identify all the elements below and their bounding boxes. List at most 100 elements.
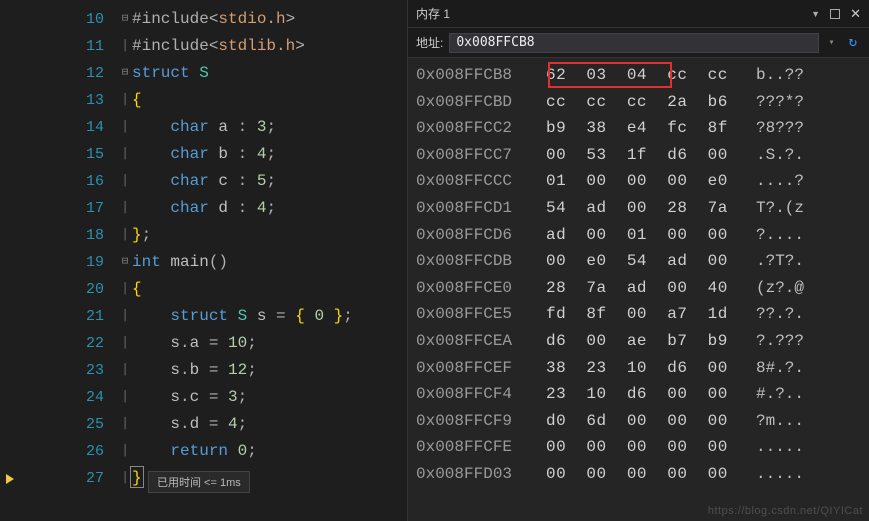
breakpoint-cell[interactable] (0, 438, 20, 465)
fold-marker[interactable]: │ (118, 384, 132, 411)
breakpoint-cell[interactable] (0, 465, 20, 492)
memory-address: 0x008FFCBD (416, 89, 546, 116)
fold-gutter[interactable]: ⊟│⊟││││││⊟││││││││ (118, 0, 132, 521)
code-line[interactable]: }; (132, 222, 407, 249)
breakpoint-cell[interactable] (0, 6, 20, 33)
memory-ascii: b..?? (756, 62, 804, 89)
memory-hex: b9 38 e4 fc 8f (546, 115, 746, 142)
line-number: 13 (20, 87, 104, 114)
memory-row[interactable]: 0x008FFCEAd6 00 ae b7 b9?.??? (416, 328, 861, 355)
memory-row[interactable]: 0x008FFCE5fd 8f 00 a7 1d??.?. (416, 301, 861, 328)
breakpoint-cell[interactable] (0, 357, 20, 384)
breakpoint-cell[interactable] (0, 276, 20, 303)
line-number: 24 (20, 384, 104, 411)
code-line[interactable]: s.c = 3; (132, 384, 407, 411)
memory-row[interactable]: 0x008FFCC700 53 1f d6 00.S.?. (416, 142, 861, 169)
memory-row[interactable]: 0x008FFCDB00 e0 54 ad 00.?T?. (416, 248, 861, 275)
code-line[interactable]: s.d = 4; (132, 411, 407, 438)
memory-ascii: .S.?. (756, 142, 804, 169)
memory-hex: d0 6d 00 00 00 (546, 408, 746, 435)
breakpoint-cell[interactable] (0, 330, 20, 357)
code-line[interactable]: #include<stdlib.h> (132, 33, 407, 60)
dropdown-icon[interactable]: ▼ (811, 9, 820, 19)
fold-marker[interactable]: ⊟ (118, 249, 132, 276)
memory-hex: 01 00 00 00 e0 (546, 168, 746, 195)
code-line[interactable]: struct S s = { 0 }; (132, 303, 407, 330)
code-line[interactable]: s.b = 12; (132, 357, 407, 384)
code-line[interactable]: #include<stdio.h> (132, 6, 407, 33)
code-line[interactable]: char c : 5; (132, 168, 407, 195)
memory-row[interactable]: 0x008FFCC2b9 38 e4 fc 8f?8??? (416, 115, 861, 142)
fold-marker[interactable]: │ (118, 357, 132, 384)
code-line[interactable]: { (132, 276, 407, 303)
fold-marker[interactable]: │ (118, 411, 132, 438)
fold-marker[interactable]: │ (118, 222, 132, 249)
breakpoint-cell[interactable] (0, 384, 20, 411)
memory-ascii: ....? (756, 168, 804, 195)
memory-row[interactable]: 0x008FFD0300 00 00 00 00..... (416, 461, 861, 488)
address-input[interactable] (449, 33, 818, 53)
breakpoint-cell[interactable] (0, 114, 20, 141)
code-editor[interactable]: 101112131415161718192021222324252627 ⊟│⊟… (0, 0, 407, 521)
memory-row[interactable]: 0x008FFCBDcc cc cc 2a b6???*? (416, 89, 861, 116)
code-line[interactable]: char b : 4; (132, 141, 407, 168)
fold-marker[interactable]: │ (118, 33, 132, 60)
line-number: 14 (20, 114, 104, 141)
memory-hex: 00 00 00 00 00 (546, 434, 746, 461)
memory-ascii: ?.... (756, 222, 804, 249)
line-number: 22 (20, 330, 104, 357)
breakpoint-cell[interactable] (0, 249, 20, 276)
fold-marker[interactable]: │ (118, 276, 132, 303)
memory-row[interactable]: 0x008FFCD6ad 00 01 00 00?.... (416, 222, 861, 249)
memory-ascii: .?T?. (756, 248, 804, 275)
breakpoint-cell[interactable] (0, 33, 20, 60)
fold-marker[interactable]: │ (118, 330, 132, 357)
memory-row[interactable]: 0x008FFCD154 ad 00 28 7aT?.(z (416, 195, 861, 222)
maximize-icon[interactable] (830, 9, 840, 19)
fold-marker[interactable]: ⊟ (118, 6, 132, 33)
breakpoint-gutter[interactable] (0, 0, 20, 521)
refresh-icon[interactable]: ↻ (845, 34, 861, 51)
line-number: 23 (20, 357, 104, 384)
code-line[interactable]: return 0; (132, 438, 407, 465)
breakpoint-cell[interactable] (0, 303, 20, 330)
memory-row[interactable]: 0x008FFCF9d0 6d 00 00 00?m... (416, 408, 861, 435)
memory-address: 0x008FFCEF (416, 355, 546, 382)
code-line[interactable]: struct S (132, 60, 407, 87)
fold-marker[interactable]: │ (118, 303, 132, 330)
memory-row[interactable]: 0x008FFCF423 10 d6 00 00#.?.. (416, 381, 861, 408)
fold-marker[interactable]: │ (118, 168, 132, 195)
fold-marker[interactable]: │ (118, 438, 132, 465)
memory-row[interactable]: 0x008FFCCC01 00 00 00 e0....? (416, 168, 861, 195)
line-number: 27 (20, 465, 104, 492)
code-line[interactable]: { (132, 87, 407, 114)
memory-row[interactable]: 0x008FFCB862 03 04 cc ccb..?? (416, 62, 861, 89)
fold-marker[interactable]: │ (118, 195, 132, 222)
memory-hex-view[interactable]: 0x008FFCB862 03 04 cc ccb..??0x008FFCBDc… (408, 58, 869, 521)
breakpoint-cell[interactable] (0, 141, 20, 168)
fold-marker[interactable]: │ (118, 114, 132, 141)
line-number: 11 (20, 33, 104, 60)
breakpoint-cell[interactable] (0, 60, 20, 87)
fold-marker[interactable]: │ (118, 141, 132, 168)
memory-address-bar: 地址: ▾ ↻ (408, 28, 869, 58)
fold-marker[interactable]: │ (118, 87, 132, 114)
memory-ascii: (z?.@ (756, 275, 804, 302)
code-line[interactable]: s.a = 10; (132, 330, 407, 357)
close-icon[interactable]: ✕ (850, 6, 861, 22)
code-line[interactable]: char d : 4; (132, 195, 407, 222)
breakpoint-cell[interactable] (0, 411, 20, 438)
memory-row[interactable]: 0x008FFCEF38 23 10 d6 008#.?. (416, 355, 861, 382)
breakpoint-cell[interactable] (0, 168, 20, 195)
address-dropdown-icon[interactable]: ▾ (825, 37, 839, 49)
memory-row[interactable]: 0x008FFCE028 7a ad 00 40(z?.@ (416, 275, 861, 302)
memory-row[interactable]: 0x008FFCFE00 00 00 00 00..... (416, 434, 861, 461)
breakpoint-cell[interactable] (0, 195, 20, 222)
code-line[interactable]: char a : 3; (132, 114, 407, 141)
memory-hex: 00 53 1f d6 00 (546, 142, 746, 169)
code-line[interactable]: int main() (132, 249, 407, 276)
breakpoint-cell[interactable] (0, 87, 20, 114)
breakpoint-cell[interactable] (0, 222, 20, 249)
fold-marker[interactable]: ⊟ (118, 60, 132, 87)
code-area[interactable]: #include<stdio.h>#include<stdlib.h>struc… (132, 0, 407, 521)
